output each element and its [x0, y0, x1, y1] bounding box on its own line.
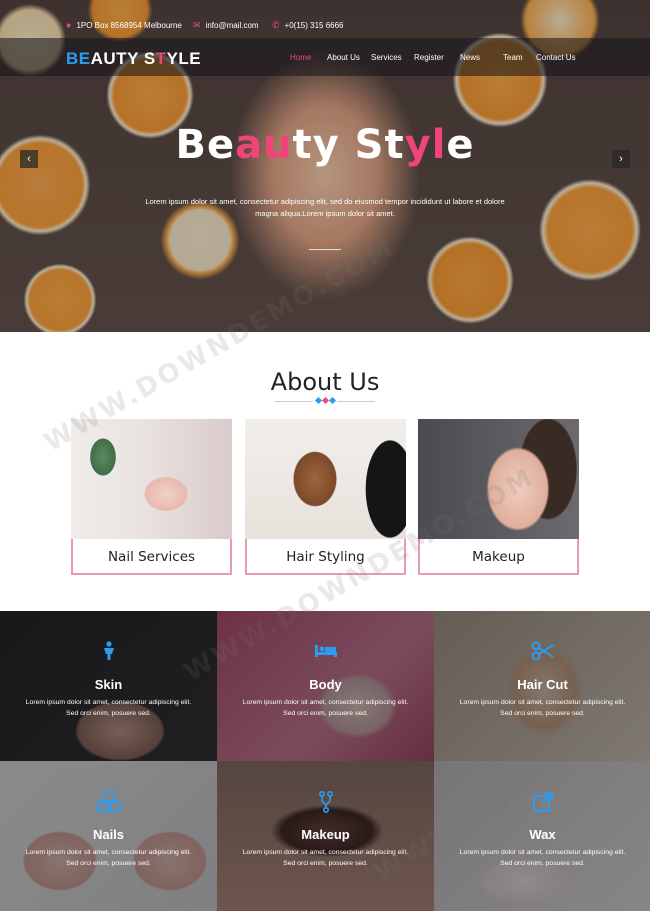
hero-title-part: e: [446, 122, 475, 168]
map-pin-icon: ●: [66, 20, 72, 30]
bed-icon: [217, 641, 434, 663]
service-tile-wax[interactable]: Wax Lorem ipsum dolor sit amet, consecte…: [434, 761, 650, 911]
logo-letter-t: T: [155, 49, 167, 68]
nav-about-us[interactable]: About Us: [327, 53, 360, 62]
hero-banner: ● 1PO Box 8568954 Melbourne ✉ info@mail.…: [0, 0, 650, 332]
logo-text-yle: YLE: [166, 49, 202, 68]
phone-info: ✆ +0(15) 315 6666: [272, 20, 343, 31]
nav-home[interactable]: Home: [290, 53, 311, 62]
about-card-makeup[interactable]: Makeup: [418, 419, 579, 575]
service-title: Nails: [92, 827, 125, 842]
address-info: ● 1PO Box 8568954 Melbourne: [66, 20, 182, 30]
nail-services-image: [71, 419, 232, 539]
about-title: About Us: [270, 368, 380, 396]
hair-styling-image: [245, 419, 406, 539]
nav-services[interactable]: Services: [371, 53, 402, 62]
person-icon: [0, 641, 217, 663]
hero-title-part: l: [431, 122, 447, 168]
hero-title-part: y: [404, 122, 432, 168]
hero-subtitle: Lorem ipsum dolor sit amet, consectetur …: [145, 197, 505, 218]
service-title: Body: [309, 677, 342, 692]
service-description: Lorem ipsum dolor sit amet, consectetur …: [242, 849, 409, 867]
service-tile-makeup[interactable]: Makeup Lorem ipsum dolor sit amet, conse…: [217, 761, 434, 911]
service-tile-body[interactable]: Body Lorem ipsum dolor sit amet, consect…: [217, 611, 434, 761]
service-description: Lorem ipsum dolor sit amet, consectetur …: [459, 849, 626, 867]
hero-title: Beauty Style: [0, 122, 650, 168]
service-title: Hair Cut: [517, 677, 568, 692]
service-tile-skin[interactable]: Skin Lorem ipsum dolor sit amet, consect…: [0, 611, 217, 761]
service-tile-haircut[interactable]: Hair Cut Lorem ipsum dolor sit amet, con…: [434, 611, 650, 761]
service-title: Skin: [94, 677, 123, 692]
hero-title-part: Be: [175, 122, 236, 168]
address-text: 1PO Box 8568954 Melbourne: [76, 20, 182, 30]
service-description: Lorem ipsum dolor sit amet, consectetur …: [25, 849, 192, 867]
nav-contact-us[interactable]: Contact Us: [536, 53, 576, 62]
cubes-icon: [0, 791, 217, 813]
logo-letter-s: S: [143, 49, 156, 68]
logo-letter-b: B: [66, 49, 79, 68]
service-description: Lorem ipsum dolor sit amet, consectetur …: [242, 699, 409, 717]
logo-text-auty: AUTY: [90, 49, 144, 68]
service-description: Lorem ipsum dolor sit amet, consectetur …: [25, 699, 192, 717]
phone-icon: ✆: [272, 20, 280, 30]
about-card-nail[interactable]: Nail Services: [71, 419, 232, 575]
main-navbar: BEAUTY STYLE Home About Us Services Regi…: [0, 38, 650, 76]
hero-title-part: ty St: [292, 122, 405, 168]
external-link-icon: [434, 791, 650, 813]
service-tile-nails[interactable]: Nails Lorem ipsum dolor sit amet, consec…: [0, 761, 217, 911]
phone-text: +0(15) 315 6666: [284, 21, 344, 30]
about-card-hair[interactable]: Hair Styling: [245, 419, 406, 575]
hero-title-part: au: [235, 122, 293, 168]
hero-divider: [309, 249, 341, 250]
nav-team[interactable]: Team: [503, 53, 523, 62]
makeup-image: [418, 419, 579, 539]
about-title-decoration: [275, 396, 375, 405]
service-description: Lorem ipsum dolor sit amet, consectetur …: [459, 699, 626, 717]
top-info-bar: ● 1PO Box 8568954 Melbourne ✉ info@mail.…: [0, 16, 650, 38]
nav-news[interactable]: News: [460, 53, 480, 62]
service-title: Wax: [529, 827, 556, 842]
about-card-label: Makeup: [418, 539, 579, 575]
code-fork-icon: [217, 791, 434, 813]
email-text[interactable]: info@mail.com: [206, 21, 259, 30]
envelope-icon: ✉: [193, 20, 201, 30]
scissors-icon: [434, 641, 650, 663]
nav-register[interactable]: Register: [414, 53, 444, 62]
service-title: Makeup: [301, 827, 350, 842]
about-card-label: Nail Services: [71, 539, 232, 575]
about-card-label: Hair Styling: [245, 539, 406, 575]
site-logo[interactable]: BEAUTY STYLE: [66, 49, 201, 69]
logo-letter-e: E: [78, 49, 91, 68]
email-info[interactable]: ✉ info@mail.com: [193, 20, 259, 31]
